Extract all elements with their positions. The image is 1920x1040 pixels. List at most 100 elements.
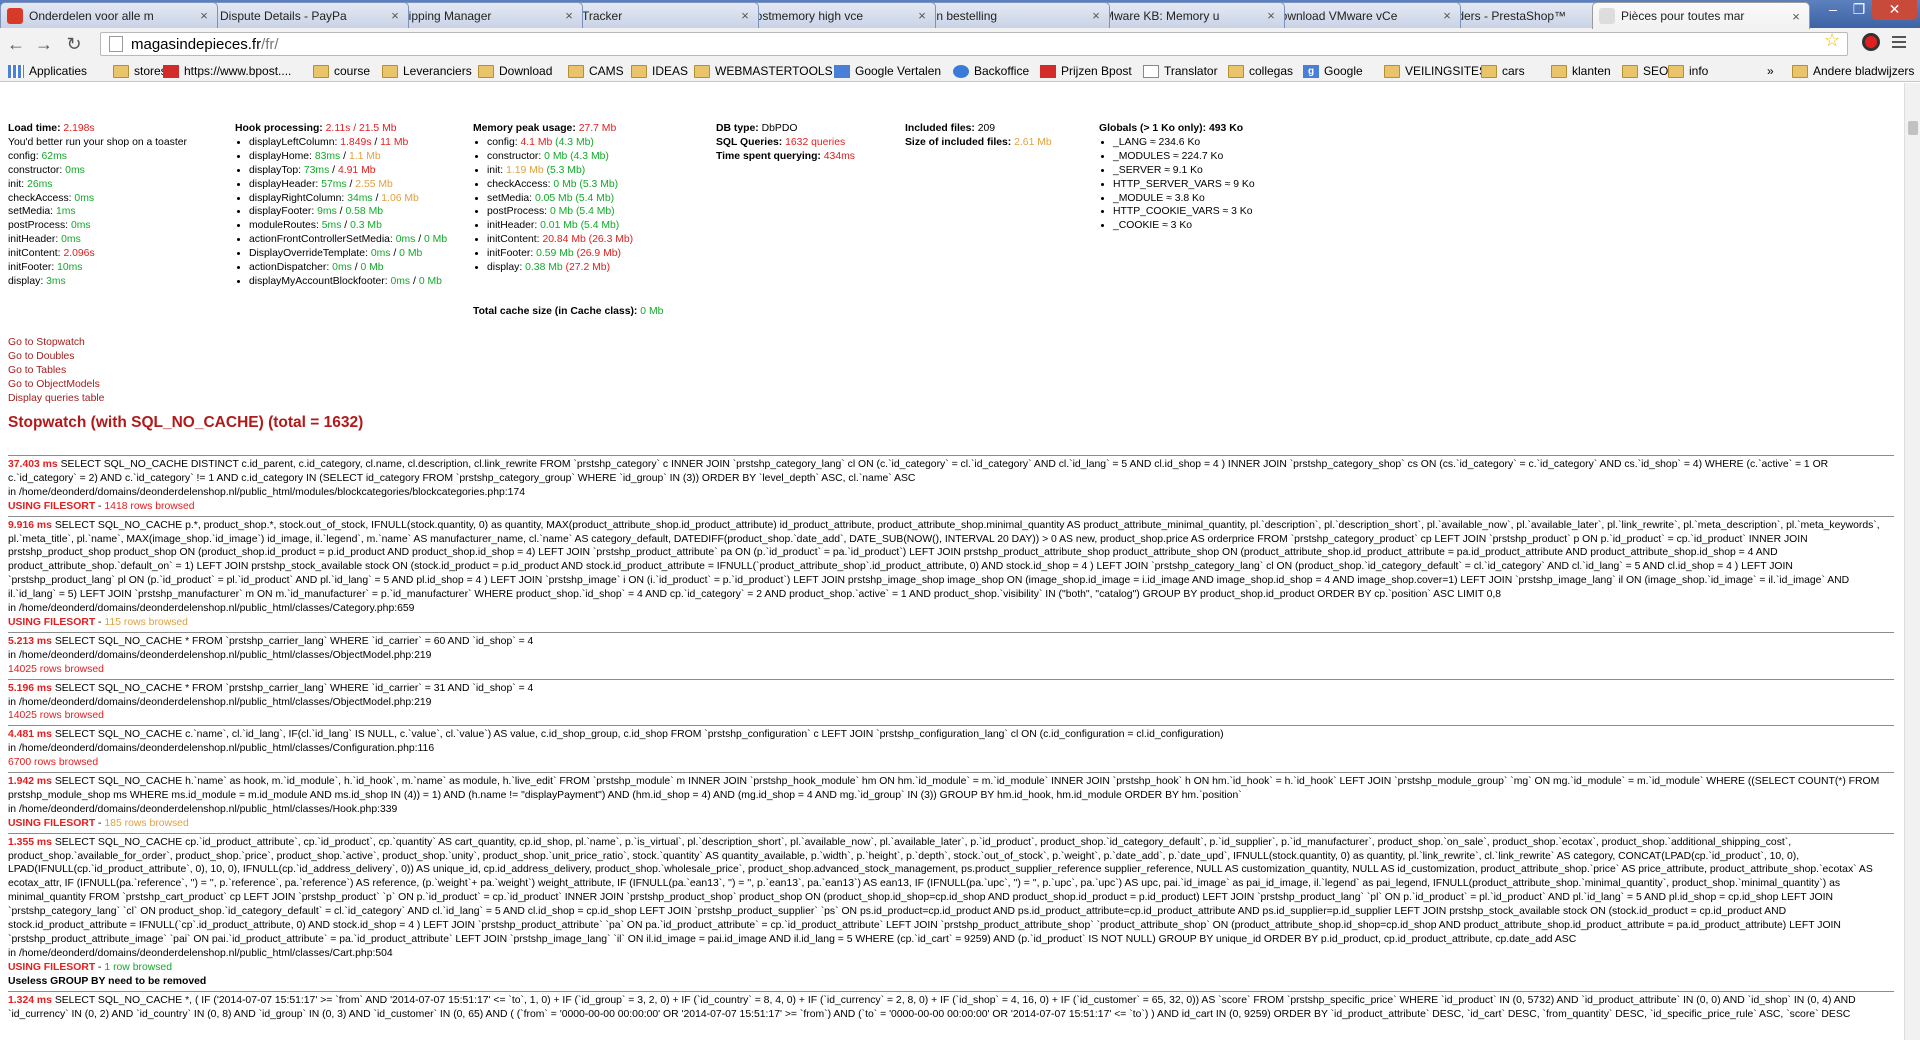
bookmark-item[interactable]: klanten xyxy=(1551,63,1611,79)
row-label: initHeader: xyxy=(8,234,62,246)
bookmark-item[interactable]: https://www.bpost.... xyxy=(163,63,291,79)
query-line: 9.916 ms SELECT SQL_NO_CACHE p.*, produc… xyxy=(8,519,1894,602)
memory-value: 1.19 Mb xyxy=(506,164,544,176)
hook-value: / xyxy=(346,178,356,190)
tab-close-icon[interactable]: × xyxy=(1440,8,1454,23)
memory-label: initHeader: xyxy=(487,220,541,232)
tab[interactable]: Pièces pour toutes mar × xyxy=(1592,2,1810,29)
bookmark-item[interactable]: VEILINGSITES xyxy=(1384,63,1487,79)
query-entry: 5.196 ms SELECT SQL_NO_CACHE * FROM `prs… xyxy=(8,678,1894,726)
bookmark-item[interactable]: Prijzen Bpost xyxy=(1040,63,1132,79)
query-sql: SELECT SQL_NO_CACHE c.`name`, cl.`id_lan… xyxy=(54,729,1224,741)
goto-link[interactable]: Go to Doubles xyxy=(8,350,104,364)
minimize-icon[interactable]: – xyxy=(1820,0,1846,20)
bookmark-star-icon[interactable]: ☆ xyxy=(1824,30,1840,51)
folder-icon xyxy=(113,64,129,78)
bookmark-item[interactable]: info xyxy=(1668,63,1708,79)
page-icon xyxy=(109,36,123,52)
bookmark-label: https://www.bpost.... xyxy=(184,64,292,78)
load-time-row: postProcess: 0ms xyxy=(8,219,187,233)
url-host: magasindepieces.fr xyxy=(131,35,262,53)
memory-value: 0 Mb xyxy=(553,178,577,190)
close-window-icon[interactable]: ✕ xyxy=(1872,0,1917,20)
tab[interactable]: Onderdelen voor alle m × xyxy=(0,2,218,28)
bookmark-item[interactable]: Applicaties xyxy=(8,63,87,79)
browser-toolbar: ← → ↻ magasindepieces.fr/fr/ ☆ xyxy=(0,28,1920,60)
hook-row: displayTop: 73ms / 4.91 Mb xyxy=(249,164,447,178)
goto-link[interactable]: Go to Tables xyxy=(8,364,104,378)
query-stats: USING FILESORT - 1 row browsed xyxy=(8,961,172,973)
rows-browsed: 6700 rows browsed xyxy=(8,757,99,769)
forward-arrow-icon[interactable]: → xyxy=(32,33,56,55)
goto-link[interactable]: Go to Stopwatch xyxy=(8,336,104,350)
row-value: 2.096s xyxy=(63,248,95,260)
back-arrow-icon[interactable]: ← xyxy=(4,33,28,55)
query-time: 5.213 ms xyxy=(8,635,52,647)
tab-close-icon[interactable]: × xyxy=(738,8,752,23)
goto-link[interactable]: Go to ObjectModels xyxy=(8,378,104,392)
row-label: init: xyxy=(8,178,28,190)
tab[interactable]: PDispute Details - PayPa× xyxy=(191,2,409,28)
memory-label: initContent: xyxy=(487,234,543,246)
bpost-icon xyxy=(163,64,179,78)
reload-icon[interactable]: ↻ xyxy=(62,33,86,55)
row-value: 1ms xyxy=(55,206,76,218)
bookmark-item[interactable]: Leveranciers xyxy=(382,63,472,79)
bookmark-item[interactable]: WEBMASTERTOOLS xyxy=(694,63,833,79)
tab-close-icon[interactable]: × xyxy=(915,8,929,23)
bookmark-item[interactable]: course xyxy=(313,63,370,79)
tab-label: Hostmemory high vce xyxy=(747,8,864,23)
memory-row: checkAccess: 0 Mb (5.3 Mb) xyxy=(487,178,633,192)
bookmark-item[interactable]: Google Vertalen xyxy=(834,63,941,79)
bookmark-item[interactable]: collegas xyxy=(1228,63,1293,79)
bookmark-item[interactable]: stores xyxy=(113,63,167,79)
files-panel: Included files: 209 Size of included fil… xyxy=(905,122,1052,150)
cache-size-label: Total cache size (in Cache class): xyxy=(473,306,641,317)
bookmark-item[interactable]: Translator xyxy=(1143,63,1218,79)
bookmarks-overflow-icon[interactable]: » xyxy=(1767,63,1774,79)
bookmark-label: SEO xyxy=(1643,64,1669,78)
query-location: in /home/deonderd/domains/deonderdelensh… xyxy=(8,947,393,959)
tab-close-icon[interactable]: × xyxy=(1264,8,1278,23)
query-entry: 1.942 ms SELECT SQL_NO_CACHE h.`name` as… xyxy=(8,772,1894,833)
hook-value: 0ms xyxy=(390,275,411,287)
bookmark-item[interactable]: CAMS xyxy=(568,63,624,79)
row-label: setMedia: xyxy=(8,206,56,218)
scrollbar-thumb[interactable] xyxy=(1908,121,1918,135)
tab-close-icon[interactable]: × xyxy=(197,8,211,23)
bookmark-item[interactable]: Backoffice xyxy=(953,63,1029,79)
query-line: 5.196 ms SELECT SQL_NO_CACHE * FROM `prs… xyxy=(8,682,1894,696)
bookmark-item[interactable]: Download xyxy=(478,63,552,79)
address-bar[interactable]: magasindepieces.fr/fr/ xyxy=(100,32,1848,56)
bookmark-item[interactable]: IDEAS xyxy=(631,63,688,79)
load-time-panel: Load time: 2.198s You'd better run your … xyxy=(8,122,187,289)
tab-close-icon[interactable]: × xyxy=(1089,8,1103,23)
maximize-icon[interactable]: ❐ xyxy=(1846,0,1872,20)
goto-link[interactable]: Display queries table xyxy=(8,392,104,406)
memory-row: constructor: 0 Mb (4.3 Mb) xyxy=(487,150,633,164)
bookmark-item[interactable]: cars xyxy=(1481,63,1525,79)
tab-close-icon[interactable]: × xyxy=(1789,9,1803,24)
other-bookmarks[interactable]: Andere bladwijzers xyxy=(1792,63,1914,79)
query-sql: SELECT SQL_NO_CACHE h.`name` as hook, m.… xyxy=(8,776,1880,801)
bookmark-item[interactable]: g Google xyxy=(1303,63,1363,79)
extension-icon[interactable] xyxy=(1862,33,1880,51)
query-line: 4.481 ms SELECT SQL_NO_CACHE c.`name`, c… xyxy=(8,728,1894,742)
tab-close-icon[interactable]: × xyxy=(388,8,402,23)
memory-label: config: xyxy=(487,136,521,148)
tab-close-icon[interactable]: × xyxy=(562,8,576,23)
bookmark-item[interactable]: SEO xyxy=(1622,63,1668,79)
memory-row: postProcess: 0 Mb (5.4 Mb) xyxy=(487,205,633,219)
bookmark-label: cars xyxy=(1502,64,1525,78)
memory-label: initFooter: xyxy=(487,248,537,260)
folder-icon xyxy=(694,64,710,78)
memory-total: (5.3 Mb) xyxy=(543,164,586,176)
row-value: 26ms xyxy=(27,178,53,190)
bookmark-label: Backoffice xyxy=(974,64,1030,78)
query-stats: 6700 rows browsed xyxy=(8,756,1894,770)
menu-icon[interactable] xyxy=(1892,36,1906,51)
goto-links: Go to Stopwatch Go to Doubles Go to Tables… xyxy=(8,336,104,406)
hook-value: 0ms xyxy=(395,234,416,246)
row-value: 0ms xyxy=(70,220,91,232)
vertical-scrollbar[interactable] xyxy=(1904,83,1920,1040)
